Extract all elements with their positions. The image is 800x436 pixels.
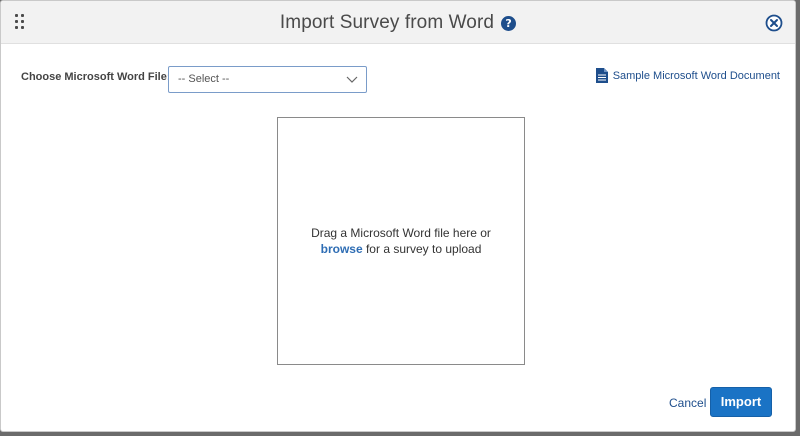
dialog-header: Import Survey from Word ?	[1, 1, 795, 44]
dropzone-line-2: browse for a survey to upload	[278, 241, 524, 257]
sample-word-document-link[interactable]: Sample Microsoft Word Document	[595, 67, 780, 84]
sample-link-label: Sample Microsoft Word Document	[612, 69, 780, 82]
word-file-select[interactable]: -- Select --	[168, 66, 367, 93]
file-select-value: -- Select --	[178, 73, 230, 85]
cancel-button[interactable]: Cancel	[669, 396, 706, 410]
dialog-title-wrap: Import Survey from Word ?	[1, 1, 795, 44]
chevron-down-icon	[346, 76, 358, 83]
close-icon[interactable]	[765, 14, 783, 32]
word-document-icon	[595, 68, 608, 83]
help-icon[interactable]: ?	[501, 16, 517, 31]
import-survey-dialog: Import Survey from Word ? Choose Microso…	[0, 0, 796, 432]
dropzone-instructions: Drag a Microsoft Word file here or brows…	[278, 225, 524, 257]
dialog-title: Import Survey from Word	[279, 11, 495, 33]
dropzone-line-1: Drag a Microsoft Word file here or	[311, 226, 491, 240]
browse-link[interactable]: browse	[321, 242, 363, 256]
import-button[interactable]: Import	[710, 387, 772, 417]
dropzone-line-2-text: for a survey to upload	[362, 242, 482, 256]
file-select-label: Choose Microsoft Word File:	[21, 71, 171, 83]
file-drop-zone[interactable]: Drag a Microsoft Word file here or brows…	[277, 117, 525, 365]
